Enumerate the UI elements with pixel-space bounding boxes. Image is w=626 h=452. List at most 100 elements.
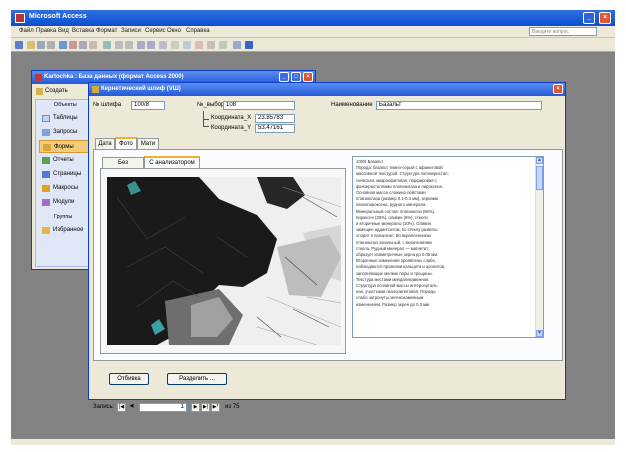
thin-section-photo — [107, 177, 341, 345]
coord-y-label: Координата_Y — [211, 125, 252, 131]
tab-photo[interactable]: Фото — [115, 137, 137, 149]
macro-icon — [42, 185, 50, 192]
sort-desc-icon[interactable] — [125, 41, 133, 49]
form-window-icon — [92, 86, 99, 93]
objects-item-macros[interactable]: Макросы — [39, 182, 89, 195]
name-label: Наименование — [331, 102, 373, 108]
n-vyb-field[interactable]: 108 — [223, 101, 295, 110]
sort-asc-icon[interactable] — [115, 41, 123, 49]
db-maximize-icon[interactable]: □ — [291, 72, 301, 82]
database-icon — [35, 74, 42, 81]
form-titlebar: Кернетический шлиф (VШ) × — [89, 83, 565, 96]
view-icon[interactable] — [15, 41, 23, 49]
menu-edit[interactable]: Правка — [36, 28, 56, 34]
form-close-icon[interactable]: × — [553, 84, 563, 94]
app-titlebar: Microsoft Access _ × — [11, 10, 615, 26]
otbivka-button[interactable]: Отбивка — [109, 373, 149, 385]
copy-icon[interactable] — [79, 41, 87, 49]
next-record-icon[interactable]: ▶ — [191, 403, 200, 412]
help-search-input[interactable]: Введите вопрос — [529, 27, 597, 36]
objects-item-tables[interactable]: Таблицы — [39, 112, 89, 125]
objects-item-queries[interactable]: Запросы — [39, 126, 89, 139]
objects-item-modules[interactable]: Модули — [39, 196, 89, 209]
photo-subtabs: Без анализатора С анализатором — [100, 156, 230, 176]
tree-connector-branch — [203, 119, 209, 120]
menu-bar: Файл Правка Вид Вставка Формат Записи Се… — [11, 26, 615, 38]
menu-file[interactable]: Файл — [19, 28, 34, 34]
filter-icon[interactable] — [137, 41, 145, 49]
objects-item-forms[interactable]: Формы — [39, 140, 89, 153]
toolbar-options-icon[interactable] — [245, 41, 253, 49]
objects-item-reports[interactable]: Отчеты — [39, 154, 89, 167]
photo-frame — [100, 168, 346, 354]
find-icon[interactable] — [171, 41, 179, 49]
tab-photo-panel: Без анализатора С анализатором — [93, 149, 563, 361]
database-window-title: Kartochka : База данных (формат Access 2… — [44, 74, 184, 80]
subtab-with-analyzer[interactable]: С анализатором — [144, 156, 200, 168]
groups-header: Группы — [54, 214, 73, 220]
groups-item-favorites[interactable]: Избранное — [39, 224, 89, 237]
new-record-icon[interactable] — [183, 41, 191, 49]
menu-insert[interactable]: Вставка — [72, 28, 94, 34]
minimize-icon[interactable]: _ — [583, 12, 595, 24]
menu-window[interactable]: Окно — [167, 28, 181, 34]
toolbar — [11, 38, 615, 52]
name-field[interactable]: Базальт — [376, 101, 542, 110]
spell-icon[interactable] — [59, 41, 67, 49]
report-icon — [42, 157, 50, 164]
app-title: Microsoft Access — [29, 13, 87, 20]
current-record-field[interactable]: 1 — [139, 403, 187, 412]
objects-header: Объекты — [54, 102, 77, 108]
description-scrollbar[interactable]: ▲ ▼ — [535, 157, 543, 337]
print-icon[interactable] — [37, 41, 45, 49]
form-title: Кернетический шлиф (VШ) — [101, 86, 181, 92]
coord-x-field[interactable]: 23.85783 — [255, 114, 295, 123]
record-count: из 75 — [225, 404, 240, 410]
query-icon — [42, 129, 50, 136]
coord-y-field[interactable]: 53.47161 — [255, 124, 295, 133]
new-record-nav-icon[interactable]: ▶* — [211, 403, 220, 412]
prev-record-icon[interactable]: ◀ — [127, 403, 136, 412]
save-icon[interactable] — [27, 41, 35, 49]
last-record-icon[interactable]: ▶| — [201, 403, 210, 412]
cut-icon[interactable] — [69, 41, 77, 49]
subtab-without-analyzer[interactable]: Без анализатора — [102, 157, 144, 176]
paste-icon[interactable] — [89, 41, 97, 49]
database-window-icon[interactable] — [207, 41, 215, 49]
menu-records[interactable]: Записи — [121, 28, 141, 34]
delete-record-icon[interactable] — [195, 41, 203, 49]
create-button[interactable]: Создать — [35, 86, 75, 97]
close-icon[interactable]: × — [599, 12, 611, 24]
create-label: Создать — [45, 88, 68, 94]
first-record-icon[interactable]: |◀ — [117, 403, 126, 412]
new-object-icon[interactable] — [219, 41, 227, 49]
db-minimize-icon[interactable]: _ — [279, 72, 289, 82]
record-navigator: Запись: |◀ ◀ 1 ▶ ▶| ▶* из 75 — [93, 403, 293, 413]
n-shlif-label: № шлифа — [93, 102, 122, 108]
access-logo-icon — [15, 13, 25, 23]
description-textbox[interactable]: 100/8 Базальт Порода: базальт темно-серы… — [352, 156, 544, 338]
scroll-down-icon[interactable]: ▼ — [536, 330, 543, 337]
menu-format[interactable]: Формат — [96, 28, 117, 34]
description-line: изменением. Размер зерен до 0.3 мм. — [356, 301, 431, 307]
db-close-icon[interactable]: × — [303, 72, 313, 82]
menu-view[interactable]: Вид — [58, 28, 69, 34]
tab-data[interactable]: Дата — [95, 138, 115, 149]
filter-form-icon[interactable] — [147, 41, 155, 49]
help-icon[interactable] — [233, 41, 241, 49]
undo-icon[interactable] — [103, 41, 111, 49]
n-vyb-label: №_выбор — [197, 102, 225, 108]
apply-filter-icon[interactable] — [159, 41, 167, 49]
preview-icon[interactable] — [47, 41, 55, 49]
page-icon — [42, 171, 50, 178]
objects-item-pages[interactable]: Страницы — [39, 168, 89, 181]
scroll-up-icon[interactable]: ▲ — [536, 157, 543, 164]
n-shlif-field[interactable]: 100/8 — [131, 101, 165, 110]
form-icon — [43, 144, 51, 151]
menu-help[interactable]: Справка — [186, 28, 210, 34]
razdelit-button[interactable]: Разделить ... — [167, 373, 227, 385]
record-label: Запись: — [93, 404, 115, 410]
tab-mati[interactable]: Мати — [137, 138, 159, 149]
scroll-thumb[interactable] — [536, 166, 543, 190]
menu-tools[interactable]: Сервис — [145, 28, 166, 34]
